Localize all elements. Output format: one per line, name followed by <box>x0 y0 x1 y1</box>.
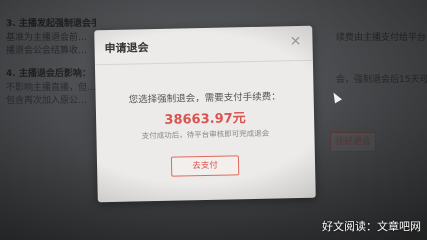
modal-header: 申请退会 × <box>94 25 313 66</box>
bg-text-line: 基准为主播退会前… <box>6 33 88 43</box>
bg-text-line: 续费由主播支付给平台，平台 <box>336 33 427 43</box>
apply-quit-modal: 申请退会 × 您选择强制退会，需要支付手续费： 38663.97元 支付成功后，… <box>94 25 316 203</box>
close-icon[interactable]: × <box>288 33 302 49</box>
bg-heading-3: 3. 主播发起强制退会手续费规定： <box>6 19 96 29</box>
payment-note: 支付成功后，待平台审核即可完成退会 <box>141 128 270 141</box>
bg-heading-4: 4. 主播退会后影响： <box>6 69 91 79</box>
fee-prompt: 您选择强制退会，需要支付手续费： <box>128 91 281 106</box>
bg-quit-button[interactable]: 我好退会 <box>330 132 376 152</box>
watermark: 好文阅读：文章吧网 <box>322 220 421 233</box>
bg-text-line: 会，强制退会后15天可再次加 <box>336 75 427 85</box>
fee-amount: 38663.97元 <box>164 111 246 128</box>
bg-text-line: 包含再次加入原公… <box>6 96 88 106</box>
modal-title: 申请退会 <box>104 41 149 56</box>
pay-button[interactable]: 去支付 <box>170 155 240 177</box>
bg-text-line: 不影响主播直播，但… <box>6 83 96 93</box>
bg-text-line: 播退会公会结算收… <box>6 46 88 56</box>
